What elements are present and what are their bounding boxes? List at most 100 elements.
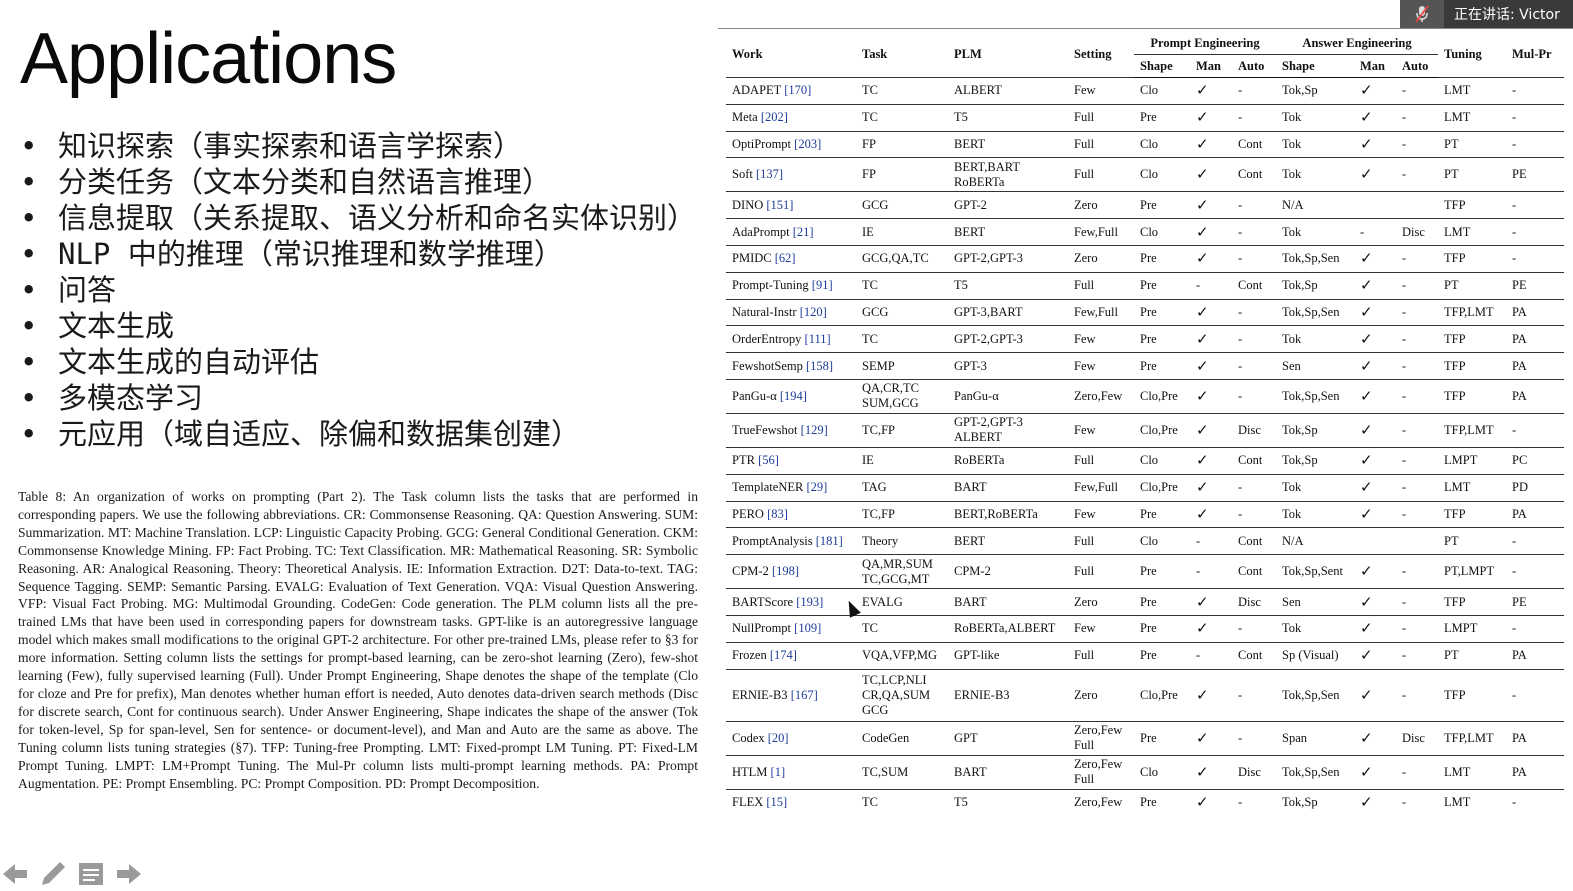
citation-link[interactable]: [174]	[770, 648, 797, 662]
table-top-rule	[718, 28, 1573, 29]
table-row: Prompt-Tuning [91] TC T5 Full Pre - Cont Tok,Sp…	[726, 271, 1564, 300]
pen-icon[interactable]	[38, 859, 68, 889]
prompting-works-table: Work Task PLM Setting Prompt Engineering…	[726, 32, 1564, 816]
citation-link[interactable]: [15]	[766, 795, 787, 809]
citation-link[interactable]: [62]	[775, 251, 796, 265]
citation-link[interactable]: [137]	[756, 167, 783, 181]
cell-aman: ✓	[1354, 788, 1396, 816]
col-header-work: Work	[732, 47, 763, 61]
table-row: OrderEntropy [111] TC GPT-2,GPT-3 Few Pre ✓ - T…	[726, 325, 1564, 353]
cell-setting: Zero,Few Full	[1068, 754, 1134, 790]
cell-aman: ✓	[1354, 325, 1396, 353]
citation-link[interactable]: [158]	[806, 359, 833, 373]
cell-ashape: N/A	[1276, 527, 1354, 555]
cell-aauto: -	[1396, 271, 1438, 300]
cell-pshape: Clo	[1134, 157, 1190, 192]
cell-mulpr: PA	[1506, 641, 1564, 670]
cell-tuning: LMPT	[1438, 446, 1506, 475]
cell-aman: ✓	[1354, 720, 1396, 756]
cell-ashape: Tok	[1276, 473, 1354, 502]
citation-link[interactable]: [181]	[816, 534, 843, 548]
citation-link[interactable]: [120]	[800, 305, 827, 319]
cell-ashape: Tok,Sp,Sen	[1276, 298, 1354, 326]
cell-pshape: Pre	[1134, 352, 1190, 380]
citation-link[interactable]: [20]	[768, 731, 789, 745]
cell-aauto: -	[1396, 103, 1438, 132]
cell-task: QA,CR,TC SUM,GCG	[856, 378, 948, 414]
cell-ashape: Tok,Sp,Sen	[1276, 244, 1354, 273]
cell-pauto: -	[1232, 77, 1276, 105]
cell-pshape: Clo	[1134, 218, 1190, 246]
citation-link[interactable]: [170]	[784, 83, 811, 97]
citation-link[interactable]: [91]	[812, 278, 833, 292]
citation-link[interactable]: [1]	[771, 765, 786, 779]
citation-link[interactable]: [129]	[801, 423, 828, 437]
work-name: AdaPrompt	[732, 224, 790, 239]
cell-ashape: Tok	[1276, 103, 1354, 132]
citation-link[interactable]: [194]	[780, 389, 807, 403]
cell-pshape: Pre	[1134, 614, 1190, 643]
cell-pman: ✓	[1190, 473, 1232, 502]
table-row: PanGu-α [194] QA,CR,TC SUM,GCG PanGu-α Zero…	[726, 378, 1564, 414]
cell-pman: ✓	[1190, 244, 1232, 273]
prev-arrow-icon[interactable]	[0, 859, 30, 889]
cell-aman: ✓	[1354, 378, 1396, 414]
cell-plm: GPT-3,BART	[948, 298, 1068, 326]
cell-mulpr: -	[1506, 191, 1564, 219]
slide-nav-bar	[0, 858, 144, 890]
bullet-text: 信息提取（关系提取、语义分析和命名实体识别）	[58, 201, 697, 235]
citation-link[interactable]: [193]	[796, 595, 823, 609]
cell-mulpr: -	[1506, 554, 1564, 589]
cell-pauto: Cont	[1232, 446, 1276, 475]
bullet-item: • 信息提取（关系提取、语义分析和命名实体识别）	[20, 200, 696, 236]
cell-text: QA,CR,TC SUM,GCG	[862, 381, 919, 411]
cell-setting: Full	[1068, 103, 1134, 132]
cell-mulpr: PE	[1506, 271, 1564, 300]
cell-task: TC	[856, 103, 948, 132]
next-arrow-icon[interactable]	[114, 859, 144, 889]
cell-aman	[1354, 191, 1396, 219]
cell-setting: Zero	[1068, 588, 1134, 616]
cell-work: Frozen [174]	[726, 641, 856, 670]
citation-link[interactable]: [21]	[793, 225, 814, 239]
cell-aman: ✓	[1354, 244, 1396, 273]
cell-pman: ✓	[1190, 378, 1232, 414]
cell-work: PTR [56]	[726, 446, 856, 475]
cell-setting: Full	[1068, 271, 1134, 300]
citation-link[interactable]: [111]	[805, 332, 831, 346]
citation-link[interactable]: [198]	[772, 564, 799, 578]
cell-pauto: Disc	[1232, 588, 1276, 616]
col-header-mulpr: Mul-Pr	[1512, 47, 1552, 61]
cell-tuning: PT	[1438, 641, 1506, 670]
citation-link[interactable]: [167]	[791, 688, 818, 702]
cell-pman: ✓	[1190, 157, 1232, 192]
citation-link[interactable]: [56]	[758, 453, 779, 467]
cell-setting: Full	[1068, 446, 1134, 475]
cell-text: BERT,BART RoBERTa	[954, 159, 1020, 189]
cell-ashape: Span	[1276, 720, 1354, 756]
cell-plm: GPT-2,GPT-3	[948, 244, 1068, 273]
notes-icon[interactable]	[76, 859, 106, 889]
citation-link[interactable]: [151]	[766, 198, 793, 212]
cell-aauto: -	[1396, 378, 1438, 414]
cell-pshape: Pre	[1134, 325, 1190, 353]
cell-pshape: Pre	[1134, 271, 1190, 300]
cell-pauto: -	[1232, 103, 1276, 132]
citation-link[interactable]: [29]	[806, 480, 827, 494]
col-header-answer-shape: Shape	[1276, 54, 1354, 78]
cell-aauto	[1396, 527, 1438, 555]
cell-aman	[1354, 527, 1396, 555]
citation-link[interactable]: [109]	[794, 621, 821, 635]
cell-pman: -	[1190, 527, 1232, 555]
cell-plm: BART	[948, 754, 1068, 790]
cell-task: SEMP	[856, 352, 948, 380]
cell-pshape: Pre	[1134, 720, 1190, 756]
citation-link[interactable]: [83]	[767, 507, 788, 521]
cell-tuning: TFP	[1438, 191, 1506, 219]
bullet-item: • 文本生成的自动评估	[20, 344, 696, 380]
citation-link[interactable]: [203]	[794, 137, 821, 151]
cell-pman: ✓	[1190, 668, 1232, 722]
work-name: PromptAnalysis	[732, 533, 813, 548]
cell-plm: ERNIE-B3	[948, 668, 1068, 722]
citation-link[interactable]: [202]	[761, 110, 788, 124]
